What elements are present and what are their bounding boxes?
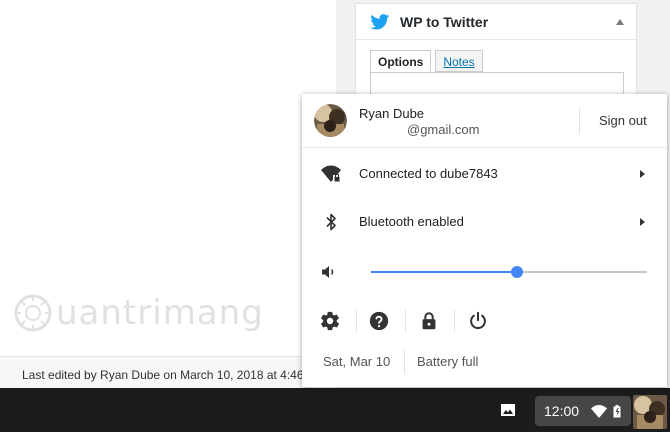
power-icon bbox=[470, 311, 486, 330]
last-edited-text: Last edited by Ryan Dube on March 10, 20… bbox=[22, 368, 304, 382]
tab-options[interactable]: Options bbox=[370, 50, 432, 72]
date-text[interactable]: Sat, Mar 10 bbox=[323, 354, 390, 369]
avatar bbox=[314, 104, 347, 137]
bluetooth-label: Bluetooth enabled bbox=[359, 214, 464, 229]
clock-time: 12:00 bbox=[544, 403, 580, 419]
widget-header[interactable]: WP to Twitter bbox=[356, 4, 636, 40]
lock-button[interactable] bbox=[418, 310, 440, 332]
gear-icon bbox=[321, 311, 339, 331]
widget-title: WP to Twitter bbox=[400, 13, 489, 30]
help-button[interactable] bbox=[368, 310, 390, 332]
volume-slider-fill bbox=[371, 271, 518, 273]
watermark: uantrimang bbox=[12, 292, 264, 334]
divider bbox=[405, 310, 406, 332]
user-name: Ryan Dube bbox=[359, 106, 425, 121]
user-row: Ryan Dube @gmail.com Sign out bbox=[302, 94, 667, 148]
image-icon[interactable] bbox=[500, 402, 516, 418]
volume-slider-knob[interactable] bbox=[511, 266, 524, 278]
system-tray-bubble: Ryan Dube @gmail.com Sign out Connected … bbox=[302, 94, 667, 387]
widget-tabs: Options Notes bbox=[370, 50, 487, 72]
divider bbox=[454, 310, 455, 332]
settings-button[interactable] bbox=[319, 310, 341, 332]
footer-row: Sat, Mar 10 Battery full bbox=[302, 346, 667, 378]
twitter-bird-icon bbox=[370, 13, 390, 30]
divider bbox=[404, 350, 405, 374]
volume-icon[interactable] bbox=[321, 264, 337, 280]
help-icon bbox=[369, 311, 389, 331]
divider bbox=[356, 310, 357, 332]
tab-notes[interactable]: Notes bbox=[435, 50, 483, 72]
watermark-logo-icon bbox=[14, 294, 52, 332]
chevron-right-icon bbox=[640, 170, 645, 178]
status-tray[interactable]: 12:00 bbox=[535, 396, 631, 426]
wifi-locked-icon bbox=[321, 165, 341, 182]
wifi-icon bbox=[591, 404, 608, 418]
bluetooth-icon bbox=[326, 213, 336, 231]
user-avatar-shelf[interactable] bbox=[633, 395, 667, 429]
power-button[interactable] bbox=[467, 310, 489, 332]
network-label: Connected to dube7843 bbox=[359, 166, 498, 181]
collapse-arrow-icon[interactable] bbox=[616, 19, 624, 25]
battery-icon bbox=[613, 404, 621, 417]
user-email: @gmail.com bbox=[407, 122, 480, 137]
network-row[interactable]: Connected to dube7843 bbox=[302, 150, 667, 198]
lock-icon bbox=[422, 312, 436, 330]
sign-out-button[interactable]: Sign out bbox=[599, 113, 647, 128]
battery-status-text[interactable]: Battery full bbox=[417, 354, 478, 369]
volume-slider[interactable] bbox=[371, 266, 647, 278]
bluetooth-row[interactable]: Bluetooth enabled bbox=[302, 198, 667, 246]
divider bbox=[579, 108, 580, 134]
watermark-text: uantrimang bbox=[56, 293, 264, 333]
volume-row bbox=[302, 246, 667, 298]
system-buttons-row bbox=[302, 298, 667, 344]
chevron-right-icon bbox=[640, 218, 645, 226]
